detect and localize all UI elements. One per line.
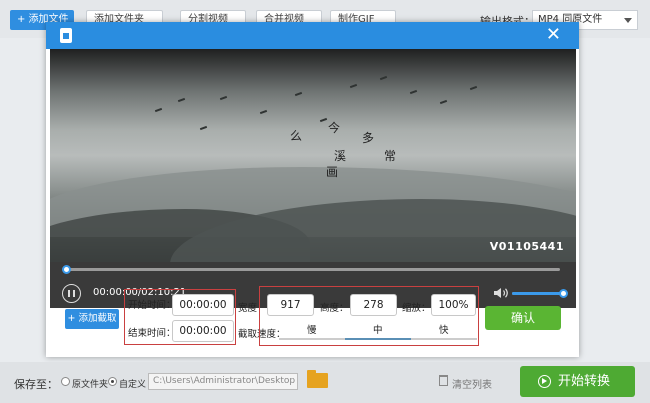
video-preview: 么 今 多 常 溪 画 V01105441: [50, 49, 576, 262]
start-convert-button[interactable]: 开始转换: [520, 366, 635, 397]
pause-button[interactable]: [62, 284, 81, 303]
pause-icon: [68, 290, 70, 297]
height-input[interactable]: 278: [350, 294, 397, 316]
output-path-input[interactable]: C:\Users\Administrator\Desktop: [148, 373, 298, 390]
trash-icon[interactable]: [439, 375, 448, 386]
seek-bar[interactable]: [62, 265, 560, 274]
width-input[interactable]: 917: [267, 294, 314, 316]
speed-option-slow[interactable]: 慢: [307, 322, 317, 336]
add-clip-button[interactable]: + 添加截取: [65, 309, 119, 329]
start-time-label: 开始时间：: [128, 300, 176, 311]
volume-icon[interactable]: [493, 286, 509, 300]
speed-option-medium[interactable]: 中: [373, 322, 383, 336]
caption-char: 今: [328, 121, 341, 135]
video-watermark: V01105441: [489, 240, 564, 253]
end-time-label: 结束时间：: [128, 328, 176, 339]
close-icon[interactable]: ✕: [546, 25, 561, 45]
confirm-button[interactable]: 确认: [485, 306, 561, 330]
volume-slider-handle[interactable]: [559, 289, 568, 298]
speed-option-fast[interactable]: 快: [439, 322, 449, 336]
start-time-input[interactable]: 00:00:00: [172, 294, 234, 316]
radio-original-folder[interactable]: [61, 377, 70, 386]
scale-label: 缩放：: [402, 303, 431, 314]
folder-icon[interactable]: [307, 370, 328, 388]
caption-char: 常: [384, 149, 397, 163]
clear-list-button[interactable]: 清空列表: [452, 376, 492, 391]
caption-char: 画: [326, 165, 339, 179]
speed-slider[interactable]: [279, 338, 477, 340]
caption-char: 么: [290, 129, 303, 143]
height-label: 高度：: [320, 303, 349, 314]
radio-original-folder-label: 原文件夹: [72, 380, 109, 390]
speed-slider-selected: [345, 338, 411, 340]
end-time-input[interactable]: 00:00:00: [172, 320, 234, 342]
scale-input[interactable]: 100%: [431, 294, 476, 316]
radio-custom[interactable]: [108, 377, 117, 386]
caption-char: 溪: [334, 149, 347, 163]
play-circle-icon: [538, 375, 551, 388]
dialog-titlebar: ✕: [46, 22, 579, 49]
volume-slider[interactable]: [512, 289, 568, 298]
chevron-down-icon: [624, 18, 632, 23]
save-to-label: 保存至：: [14, 378, 58, 391]
seek-bar-handle[interactable]: [62, 265, 71, 274]
start-convert-label: 开始转换: [558, 374, 611, 389]
radio-custom-label: 自定义: [119, 380, 147, 390]
app-logo-icon: [60, 28, 72, 43]
volume-slider-fill: [512, 292, 564, 295]
caption-char: 多: [362, 131, 375, 145]
width-label: 宽度: [238, 303, 258, 314]
